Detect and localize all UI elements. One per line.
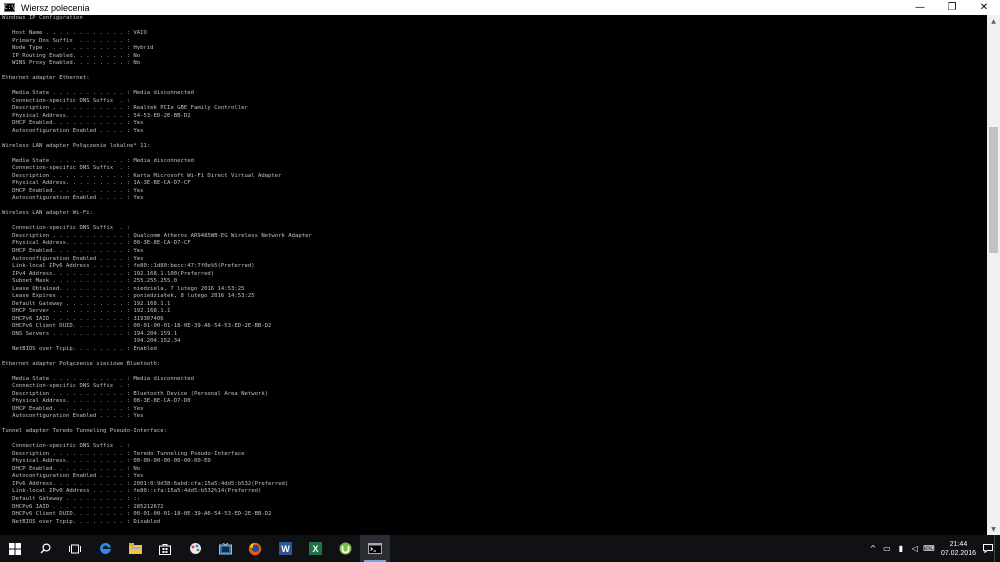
command-prompt-icon[interactable]: C:\	[4, 3, 15, 12]
clock[interactable]: 21:44 07.02.2016	[941, 540, 976, 558]
start-button[interactable]	[0, 535, 30, 562]
close-button[interactable]: ✕	[968, 0, 1000, 15]
edge-icon	[99, 542, 111, 554]
notification-icon	[983, 544, 993, 553]
action-center-button[interactable]	[982, 535, 994, 562]
task-view-icon	[69, 544, 81, 553]
word-icon: W	[278, 542, 292, 555]
cmd-icon	[368, 543, 382, 554]
taskbar-media[interactable]	[210, 535, 240, 562]
app-icon-text: C:\	[4, 3, 15, 11]
taskbar-store[interactable]	[150, 535, 180, 562]
title-bar[interactable]: C:\ Wiersz polecenia — ❐ ✕	[0, 0, 1000, 15]
paint-icon	[189, 543, 201, 554]
taskbar-command-prompt[interactable]	[360, 535, 390, 562]
scroll-up-arrow-icon[interactable]: ▲	[987, 15, 1000, 27]
display-icon[interactable]: ▭	[881, 535, 893, 562]
taskbar-excel[interactable]: X	[300, 535, 330, 562]
taskbar-utorrent[interactable]	[330, 535, 360, 562]
windows-logo-icon	[9, 542, 21, 555]
utorrent-icon	[339, 542, 351, 555]
taskbar-word[interactable]: W	[270, 535, 300, 562]
show-desktop-button[interactable]	[994, 535, 1000, 562]
volume-icon[interactable]: ◁	[909, 535, 921, 562]
window-controls: — ❐ ✕	[904, 0, 1000, 15]
scroll-down-arrow-icon[interactable]: ▼	[987, 523, 1000, 535]
show-hidden-icons-chevron-icon[interactable]: ^	[867, 535, 879, 562]
media-icon	[218, 542, 232, 554]
console-output[interactable]: Windows IP Configuration Host Name . . .…	[0, 15, 987, 535]
excel-icon-letter: X	[312, 544, 318, 554]
network-icon[interactable]: ▮	[895, 535, 907, 562]
clock-time: 21:44	[949, 540, 968, 548]
system-tray: ^ ▭ ▮ ◁ ⌨ 21:44 07.02.2016	[867, 535, 1000, 562]
vertical-scrollbar[interactable]: ▲ ▼	[987, 15, 1000, 535]
console-text: Windows IP Configuration Host Name . . .…	[2, 15, 312, 525]
task-view-button[interactable]	[60, 535, 90, 562]
taskbar: W X ^ ▭ ▮ ◁ ⌨ 21:44 07.02.2016	[0, 535, 1000, 562]
search-icon	[40, 543, 51, 554]
taskbar-edge[interactable]	[90, 535, 120, 562]
input-keyboard-icon[interactable]: ⌨	[923, 535, 935, 562]
taskbar-search-button[interactable]	[30, 535, 60, 562]
store-icon	[159, 543, 171, 555]
maximize-button[interactable]: ❐	[936, 0, 968, 15]
clock-date: 07.02.2016	[940, 549, 976, 557]
taskbar-paint[interactable]	[180, 535, 210, 562]
taskbar-firefox[interactable]	[240, 535, 270, 562]
excel-icon: X	[308, 542, 322, 555]
scrollbar-thumb[interactable]	[989, 127, 998, 253]
firefox-icon	[248, 542, 262, 555]
folder-icon	[128, 543, 142, 554]
word-icon-letter: W	[281, 544, 290, 554]
minimize-button[interactable]: —	[904, 0, 936, 15]
window-title: Wiersz polecenia	[21, 2, 90, 13]
taskbar-file-explorer[interactable]	[120, 535, 150, 562]
